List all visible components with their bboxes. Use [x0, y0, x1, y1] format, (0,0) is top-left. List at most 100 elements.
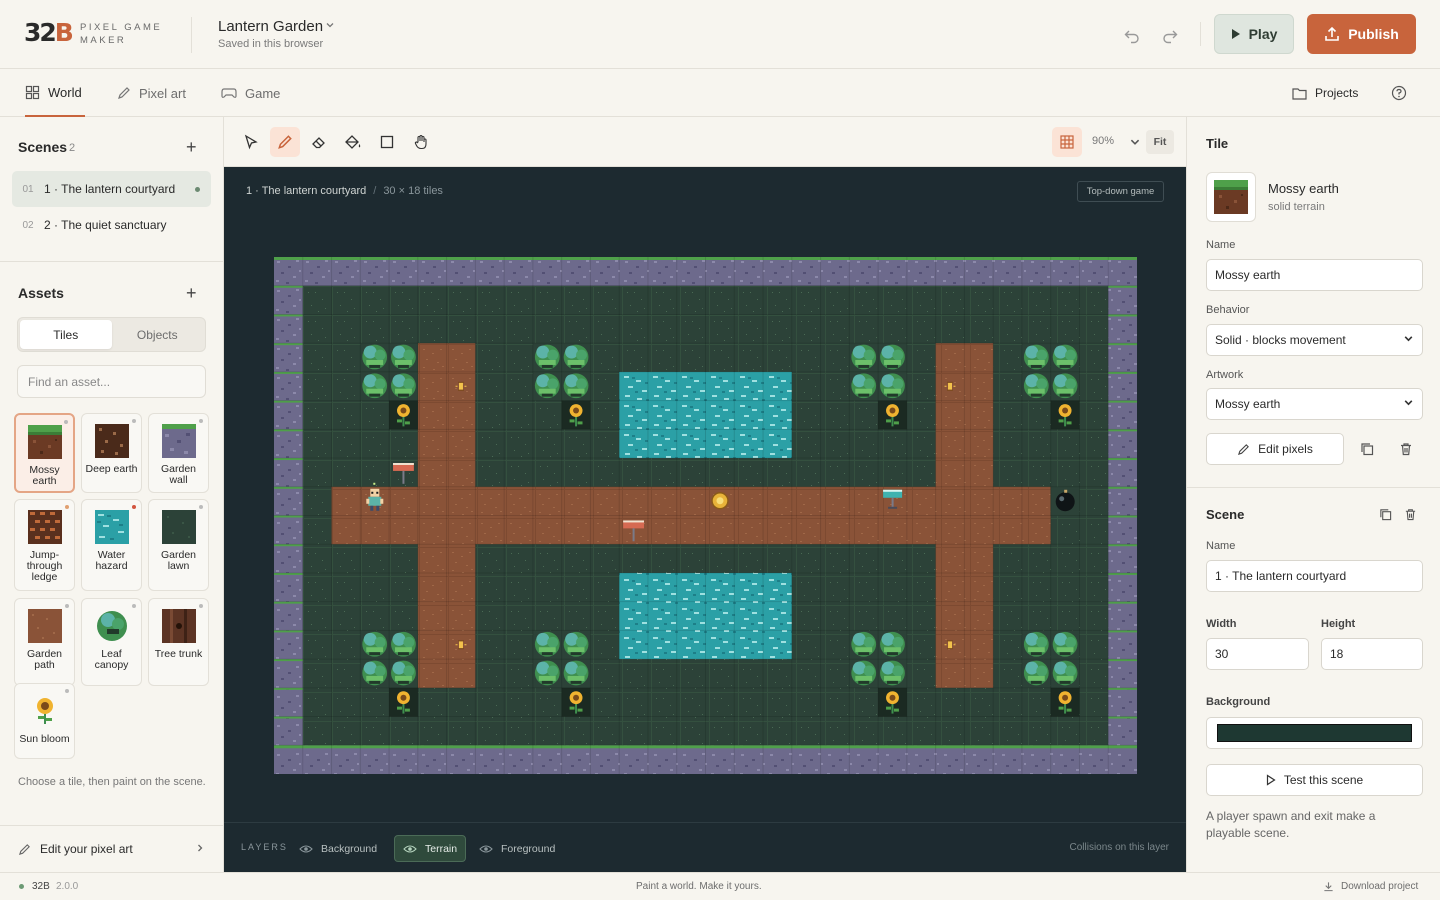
pencil-tool-icon[interactable]: [270, 127, 300, 157]
leaf-canopy-tile: [878, 343, 907, 372]
layer-foreground[interactable]: Foreground: [471, 835, 563, 862]
behavior-select[interactable]: Solid · blocks movement: [1206, 324, 1423, 356]
scene-item[interactable]: 01 1 · The lantern courtyard: [12, 171, 211, 207]
artwork-select[interactable]: Mossy earth: [1206, 388, 1423, 420]
leaf-canopy-tile: [849, 343, 879, 372]
projects-button[interactable]: Projects: [1292, 69, 1358, 117]
edit-pixels-button[interactable]: Edit pixels: [1206, 433, 1344, 465]
pencil-icon: [18, 843, 30, 855]
tile-name-field[interactable]: Mossy earth: [1206, 259, 1423, 291]
leaf-canopy-tile: [878, 659, 907, 688]
asset-marker: [199, 604, 203, 608]
scene-note: A player spawn and exit make a playable …: [1206, 809, 1376, 840]
leaf-canopy-tile: [561, 659, 591, 688]
zoom-level[interactable]: 90%: [1092, 135, 1114, 147]
test-scene-button[interactable]: Test this scene: [1206, 764, 1423, 796]
play-button[interactable]: Play: [1214, 14, 1294, 54]
asset-search-input[interactable]: [17, 365, 206, 398]
eraser-tool-icon[interactable]: [304, 127, 334, 157]
top-bar: 32B PIXEL GAME MAKER Lantern Garden Save…: [0, 0, 1440, 69]
help-button[interactable]: [1391, 69, 1407, 117]
layer-background[interactable]: Background: [291, 835, 385, 862]
duplicate-tile-icon[interactable]: [1357, 439, 1377, 459]
asset-jump-through-ledge[interactable]: Jump-through ledge: [14, 499, 75, 591]
scene-height-field[interactable]: 18: [1321, 638, 1423, 670]
active-dot: [195, 187, 200, 192]
rectangle-tool-icon[interactable]: [372, 127, 402, 157]
eye-icon: [299, 844, 313, 853]
field-value: 18: [1330, 647, 1344, 661]
zoom-chevron-icon[interactable]: [1129, 136, 1141, 151]
asset-water-hazard[interactable]: Water hazard: [81, 499, 142, 591]
asset-marker: [132, 604, 136, 608]
tab-game[interactable]: Game: [221, 69, 280, 117]
garden-wall-tile-icon: [161, 424, 196, 458]
asset-marker: [199, 419, 203, 423]
tab-world[interactable]: World: [25, 69, 85, 117]
exit-object: [1050, 486, 1080, 516]
download-icon[interactable]: [1323, 881, 1334, 895]
coin-object: [711, 492, 729, 510]
layers-label: LAYERS: [241, 842, 288, 852]
help-icon: [1391, 85, 1407, 101]
divider: [191, 17, 192, 53]
leaf-canopy-tile: [561, 630, 591, 660]
scene-width-field[interactable]: 30: [1206, 638, 1309, 670]
fit-button[interactable]: Fit: [1146, 130, 1174, 154]
layer-terrain[interactable]: Terrain: [394, 835, 467, 862]
asset-label: Deep earth: [85, 463, 138, 475]
undo-icon[interactable]: [1120, 24, 1144, 48]
asset-tree-trunk[interactable]: Tree trunk: [148, 598, 209, 686]
project-title[interactable]: Lantern Garden: [218, 18, 323, 35]
duplicate-scene-icon[interactable]: [1375, 504, 1395, 524]
sun-bloom-tile: [1050, 400, 1080, 430]
tile-canvas[interactable]: [274, 257, 1137, 774]
select-tool-icon[interactable]: [236, 127, 266, 157]
tab-objects[interactable]: Objects: [112, 320, 204, 349]
chevron-down-icon[interactable]: [325, 20, 335, 33]
asset-mossy-earth[interactable]: Mossy earth: [14, 413, 75, 493]
path-tile-icon: [27, 609, 62, 643]
leaf-canopy-tile: [849, 630, 879, 660]
grid-toggle-icon[interactable]: [1052, 127, 1082, 157]
tile-kind: solid terrain: [1268, 201, 1325, 213]
leaf-canopy-tile: [360, 630, 390, 660]
download-project-link[interactable]: Download project: [1341, 881, 1418, 892]
asset-leaf-canopy[interactable]: Leaf canopy: [81, 598, 142, 686]
delete-scene-icon[interactable]: [1400, 504, 1420, 524]
game-mode-badge[interactable]: Top-down game: [1077, 181, 1164, 202]
asset-deep-earth[interactable]: Deep earth: [81, 413, 142, 493]
asset-garden-lawn[interactable]: Garden lawn: [148, 499, 209, 591]
background-color-picker[interactable]: [1206, 717, 1423, 749]
chevron-down-icon: [1403, 397, 1414, 411]
asset-garden-path[interactable]: Garden path: [14, 598, 75, 686]
edit-pixel-art-link[interactable]: Edit your pixel art: [0, 825, 223, 872]
scene-name-field[interactable]: 1 · The lantern courtyard: [1206, 560, 1423, 592]
eye-icon: [479, 844, 493, 853]
asset-garden-wall[interactable]: Garden wall: [148, 413, 209, 493]
scene-item[interactable]: 02 2 · The quiet sanctuary: [12, 207, 211, 243]
asset-label: Garden wall: [160, 463, 197, 486]
add-asset-icon[interactable]: +: [186, 284, 197, 302]
asset-marker: [64, 420, 68, 424]
asset-label: Jump-through ledge: [26, 549, 63, 583]
sun-bloom-tile: [878, 400, 907, 430]
hand-tool-icon[interactable]: [406, 127, 436, 157]
sun-bloom-tile: [878, 687, 907, 717]
tab-tiles[interactable]: Tiles: [20, 320, 112, 349]
tab-bar: World Pixel art Game Projects: [0, 69, 1440, 117]
fill-tool-icon[interactable]: [338, 127, 368, 157]
status-dot: [19, 884, 24, 889]
water-tile-icon: [94, 510, 129, 544]
add-scene-icon[interactable]: +: [186, 138, 197, 156]
leaf-canopy-tile: [561, 371, 591, 401]
delete-tile-icon[interactable]: [1396, 439, 1416, 459]
asset-sun-bloom[interactable]: Sun bloom: [14, 683, 75, 759]
redo-icon[interactable]: [1158, 24, 1182, 48]
publish-button[interactable]: Publish: [1307, 14, 1416, 54]
left-sidebar: Scenes 2 + 01 1 · The lantern courtyard …: [0, 117, 224, 872]
collision-note: Collisions on this layer: [1069, 842, 1170, 853]
asset-label: Garden path: [26, 648, 63, 671]
asset-label: Garden lawn: [160, 549, 197, 572]
tab-pixel-art[interactable]: Pixel art: [117, 69, 186, 117]
